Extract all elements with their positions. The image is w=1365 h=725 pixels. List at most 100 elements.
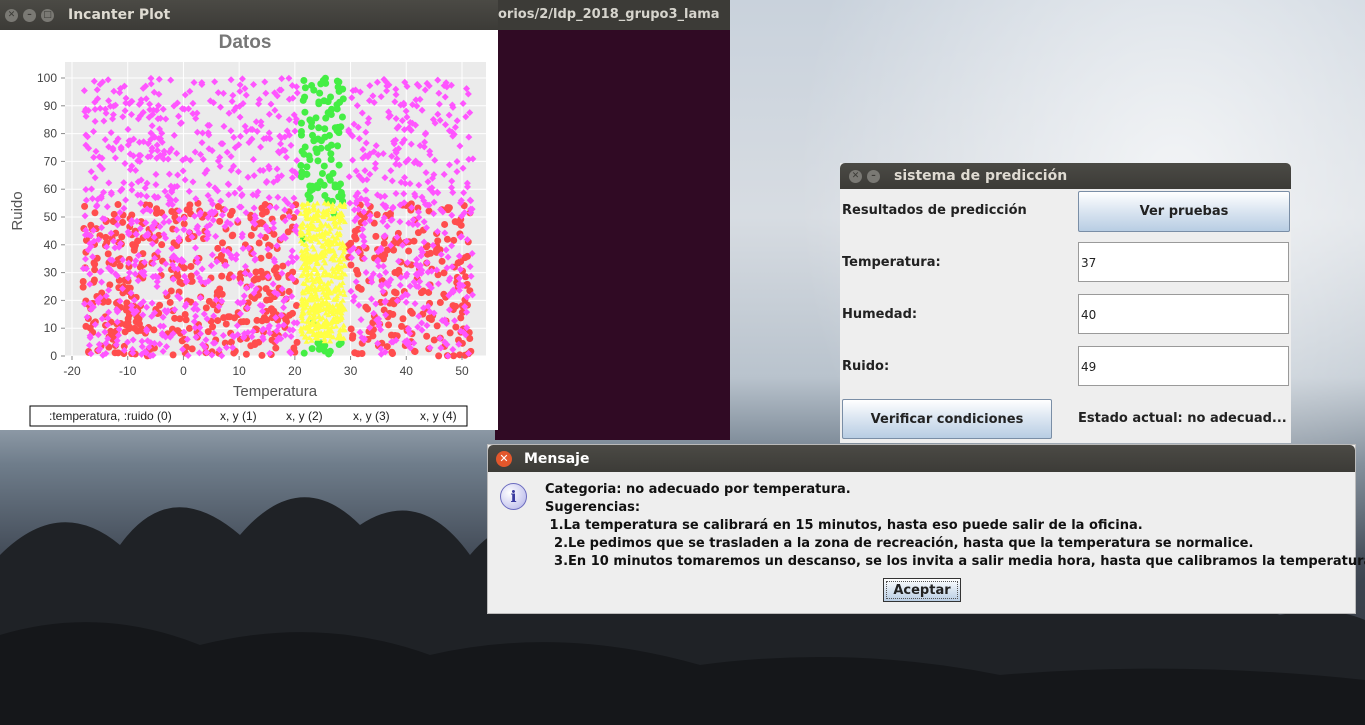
terminal-window[interactable]: orios/2/ldp_2018_grupo3_lama bbox=[495, 0, 730, 440]
point-series-0 bbox=[286, 311, 294, 319]
point-series-0 bbox=[81, 202, 89, 210]
point-series-0 bbox=[214, 244, 222, 252]
point-series-2 bbox=[320, 162, 328, 170]
y-tick-label: 70 bbox=[44, 154, 58, 168]
close-icon[interactable]: ✕ bbox=[496, 450, 512, 467]
point-series-0 bbox=[292, 301, 300, 309]
terminal-title[interactable]: orios/2/ldp_2018_grupo3_lama bbox=[495, 0, 730, 30]
chart-title: Datos bbox=[219, 32, 272, 53]
point-series-0 bbox=[373, 211, 381, 219]
point-series-0 bbox=[188, 345, 196, 353]
view-tests-button[interactable]: Ver pruebas bbox=[1078, 191, 1290, 232]
message-dialog[interactable]: ✕ Mensaje i Categoria: no adecuado por t… bbox=[487, 444, 1365, 614]
point-series-2 bbox=[337, 189, 345, 197]
point-series-2 bbox=[297, 162, 305, 170]
point-series-0 bbox=[457, 314, 465, 322]
point-series-0 bbox=[405, 247, 413, 255]
point-series-0 bbox=[252, 268, 260, 276]
x-tick-label: -10 bbox=[119, 364, 137, 378]
point-series-0 bbox=[435, 352, 443, 360]
point-series-2 bbox=[327, 141, 335, 149]
point-series-0 bbox=[257, 254, 265, 262]
point-series-0 bbox=[82, 322, 90, 330]
close-icon[interactable]: ✕ bbox=[849, 169, 862, 183]
y-tick-label: 90 bbox=[44, 99, 58, 113]
temperature-label: Temperatura: bbox=[842, 255, 941, 270]
point-series-2 bbox=[333, 77, 341, 85]
prediction-window-title: sistema de predicción bbox=[894, 168, 1068, 184]
point-series-0 bbox=[216, 285, 224, 293]
point-series-2 bbox=[331, 183, 339, 191]
point-series-0 bbox=[419, 287, 427, 295]
point-series-0 bbox=[348, 334, 356, 342]
point-series-2 bbox=[308, 345, 316, 353]
dialog-title: Mensaje bbox=[524, 450, 590, 467]
prediction-window[interactable]: ✕ – sistema de predicción Resultados de … bbox=[840, 163, 1291, 443]
point-series-0 bbox=[258, 351, 266, 359]
point-series-0 bbox=[186, 201, 194, 209]
point-series-0 bbox=[293, 338, 301, 346]
point-series-0 bbox=[166, 298, 174, 306]
minimize-icon[interactable]: – bbox=[867, 169, 880, 183]
point-series-2 bbox=[327, 150, 335, 158]
close-icon[interactable]: ✕ bbox=[5, 8, 18, 22]
point-series-2 bbox=[314, 157, 322, 165]
humidity-field[interactable]: 40 bbox=[1078, 294, 1289, 334]
point-series-0 bbox=[358, 349, 366, 357]
point-series-0 bbox=[114, 201, 122, 209]
point-series-0 bbox=[364, 305, 372, 313]
x-axis-label: Temperatura bbox=[233, 383, 318, 400]
message-line: Categoria: no adecuado por temperatura. bbox=[545, 482, 851, 497]
maximize-icon[interactable]: □ bbox=[41, 8, 54, 22]
point-series-0 bbox=[255, 239, 263, 247]
y-tick-label: 30 bbox=[44, 266, 58, 280]
point-series-0 bbox=[425, 314, 433, 322]
point-series-0 bbox=[180, 264, 188, 272]
point-series-2 bbox=[301, 108, 309, 116]
dialog-titlebar[interactable]: ✕ Mensaje bbox=[488, 445, 1355, 472]
info-icon: i bbox=[500, 483, 527, 510]
point-series-0 bbox=[443, 235, 451, 243]
point-series-0 bbox=[444, 204, 452, 212]
x-tick-label: 20 bbox=[288, 364, 302, 378]
legend-label: x, y (4) bbox=[420, 409, 457, 423]
noise-field[interactable]: 49 bbox=[1078, 346, 1289, 386]
x-tick-label: 40 bbox=[400, 364, 414, 378]
point-series-0 bbox=[423, 332, 431, 340]
minimize-icon[interactable]: – bbox=[23, 8, 36, 22]
message-line: Sugerencias: bbox=[545, 500, 641, 515]
prediction-titlebar[interactable]: ✕ – sistema de predicción bbox=[840, 163, 1291, 189]
point-series-0 bbox=[357, 285, 365, 293]
point-series-2 bbox=[326, 131, 334, 139]
accept-button[interactable]: Aceptar bbox=[883, 578, 961, 602]
point-series-0 bbox=[187, 272, 195, 280]
point-series-0 bbox=[389, 350, 397, 358]
point-series-0 bbox=[134, 237, 142, 245]
plot-window-title: Incanter Plot bbox=[68, 7, 171, 23]
point-series-2 bbox=[334, 142, 342, 150]
point-series-0 bbox=[202, 304, 210, 312]
point-series-0 bbox=[347, 261, 355, 269]
point-series-0 bbox=[156, 301, 164, 309]
plot-window[interactable]: ✕ – □ Incanter Plot Datos -20 -10 0 10 20 30 4… bbox=[0, 0, 498, 430]
plot-titlebar[interactable]: ✕ – □ Incanter Plot bbox=[0, 0, 498, 30]
point-series-0 bbox=[441, 220, 449, 228]
point-series-2 bbox=[301, 93, 309, 101]
point-series-0 bbox=[438, 257, 446, 265]
dialog-message: Categoria: no adecuado por temperatura. … bbox=[545, 481, 1365, 571]
point-series-0 bbox=[79, 283, 87, 291]
point-series-0 bbox=[167, 287, 175, 295]
point-series-2 bbox=[314, 184, 322, 192]
temperature-field[interactable]: 37 bbox=[1078, 242, 1289, 282]
point-series-0 bbox=[263, 296, 271, 304]
y-tick-label: 40 bbox=[44, 238, 58, 252]
verify-conditions-button[interactable]: Verificar condiciones bbox=[842, 399, 1052, 439]
y-tick-label: 80 bbox=[44, 127, 58, 141]
point-series-2 bbox=[338, 113, 346, 121]
point-series-2 bbox=[297, 128, 305, 136]
point-series-0 bbox=[214, 317, 222, 325]
point-series-0 bbox=[181, 311, 189, 319]
y-tick-labels: 0 10 20 30 40 50 60 70 80 90 100 bbox=[37, 71, 65, 363]
point-series-0 bbox=[462, 273, 470, 281]
point-series-0 bbox=[451, 218, 459, 226]
